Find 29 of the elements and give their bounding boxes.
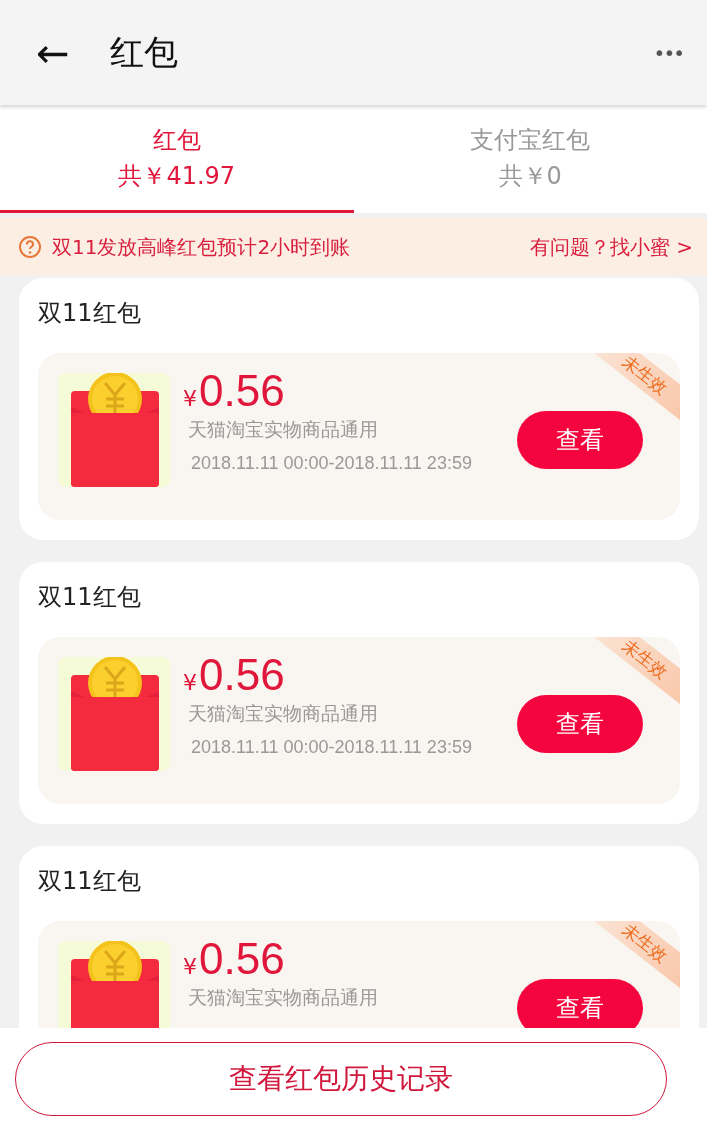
validity-period: 2018.11.11 00:00-2018.11.11 23:59 (191, 737, 473, 758)
envelope-icon (58, 373, 170, 487)
envelope-icon (58, 657, 170, 771)
notice-text: 双11发放高峰红包预计2小时到账 (52, 233, 351, 261)
usage-scope: 天猫淘宝实物商品通用 (188, 985, 379, 1010)
currency-symbol: ¥ (183, 386, 197, 411)
card-title: 双11红包 (38, 582, 142, 613)
view-button[interactable]: 查看 (517, 695, 643, 753)
tab[interactable]: 红包 共￥41.97 (0, 105, 354, 213)
usage-scope: 天猫淘宝实物商品通用 (188, 417, 379, 442)
page-title: 红包 (109, 30, 179, 74)
view-button[interactable]: 查看 (517, 979, 643, 1028)
help-link[interactable]: 有问题？找小蜜 > (529, 233, 693, 261)
tab[interactable]: 支付宝红包 共￥0 (353, 105, 707, 213)
history-button[interactable]: 查看红包历史记录 (15, 1042, 667, 1116)
amount: 0.56 (199, 933, 285, 985)
card-title: 双11红包 (38, 298, 142, 329)
card-title: 双11红包 (38, 866, 142, 897)
view-button[interactable]: 查看 (517, 411, 643, 469)
help-icon (18, 235, 42, 259)
currency-symbol: ¥ (183, 954, 197, 979)
validity-period: 2018.11.11 00:00-2018.11.11 23:59 (191, 453, 473, 474)
back-button[interactable]: ← (36, 32, 70, 73)
usage-scope: 天猫淘宝实物商品通用 (188, 701, 379, 726)
more-button[interactable]: ••• (653, 40, 683, 65)
amount: 0.56 (199, 649, 285, 701)
currency-symbol: ¥ (183, 670, 197, 695)
amount: 0.56 (199, 365, 285, 417)
envelope-icon (58, 941, 170, 1028)
